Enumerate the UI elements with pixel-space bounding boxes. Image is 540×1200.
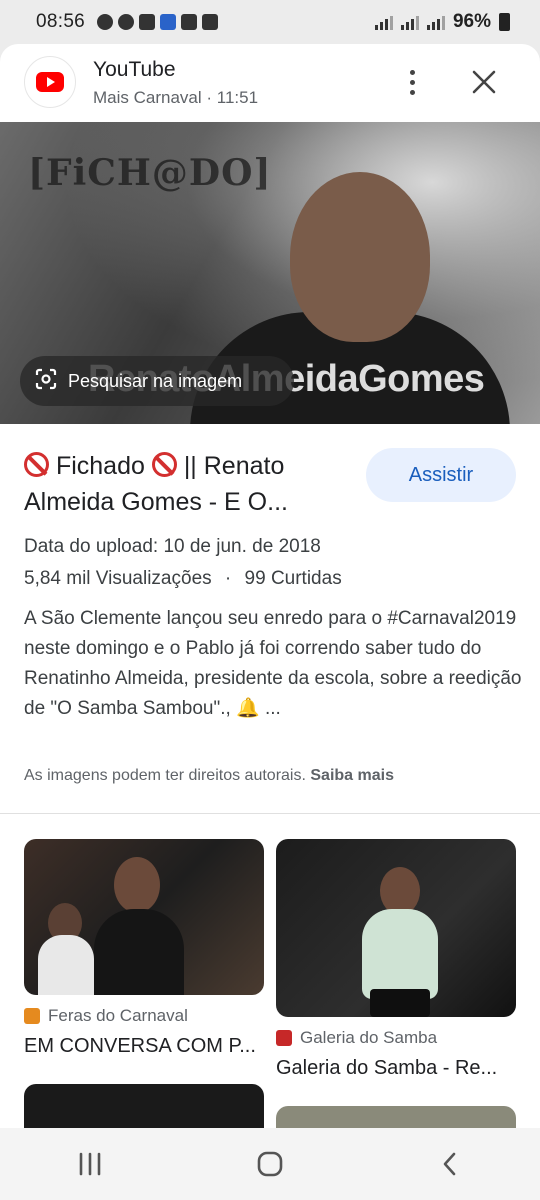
status-right: 96% bbox=[374, 11, 510, 33]
navigation-bar bbox=[0, 1128, 540, 1200]
youtube-logo-icon[interactable] bbox=[24, 56, 76, 108]
hero-brand-text: [FiCH@DO] bbox=[28, 152, 272, 194]
related-source[interactable]: Galeria do Samba bbox=[276, 1028, 437, 1048]
related-source[interactable]: Feras do Carnaval bbox=[24, 1006, 188, 1026]
status-bar: 08:56 96% bbox=[0, 0, 540, 44]
status-time: 08:56 bbox=[36, 11, 86, 32]
messenger-icon bbox=[97, 14, 114, 30]
battery-icon bbox=[499, 13, 510, 31]
no-entry-icon bbox=[24, 452, 49, 477]
related-thumbnail[interactable] bbox=[276, 839, 516, 1017]
recents-icon[interactable] bbox=[60, 1140, 120, 1188]
battery-percent: 96% bbox=[452, 11, 491, 32]
related-source-name: Feras do Carnaval bbox=[48, 1006, 188, 1025]
copyright-text: As imagens podem ter direitos autorais. bbox=[24, 767, 306, 784]
related-source-name: Galeria do Samba bbox=[300, 1028, 438, 1047]
close-icon[interactable] bbox=[466, 64, 502, 100]
home-icon[interactable] bbox=[240, 1140, 300, 1188]
no-entry-icon bbox=[151, 452, 177, 477]
site-subtitle: Mais Carnaval · 11:51 bbox=[93, 88, 259, 107]
site-name[interactable]: YouTube bbox=[93, 58, 176, 82]
site-favicon-icon bbox=[276, 1030, 292, 1046]
signal-icon bbox=[426, 14, 445, 30]
result-title[interactable]: Fichado || Renato Almeida Gomes - E O... bbox=[24, 448, 344, 520]
youtube-icon bbox=[181, 14, 198, 30]
view-count: 5,84 mil Visualizações bbox=[24, 568, 212, 589]
search-in-image-button[interactable]: Pesquisar na imagem bbox=[20, 356, 294, 406]
result-description: A São Clemente lançou seu enredo para o … bbox=[24, 608, 522, 719]
related-thumbnail[interactable] bbox=[24, 839, 264, 995]
like-count: 99 Curtidas bbox=[244, 568, 342, 589]
messenger-icon bbox=[118, 14, 135, 30]
watch-button[interactable]: Assistir bbox=[366, 448, 516, 502]
divider bbox=[0, 813, 540, 814]
result-title-part1: Fichado bbox=[55, 452, 145, 480]
site-favicon-icon bbox=[24, 1008, 40, 1024]
notification-icons bbox=[97, 14, 219, 30]
signal-icon bbox=[400, 14, 419, 30]
hero-image[interactable]: [FiCH@DO] RenatoAlmeidaGomes Pesquisar n… bbox=[0, 122, 540, 424]
related-title[interactable]: Galeria do Samba - Re... bbox=[276, 1057, 497, 1080]
related-title[interactable]: EM CONVERSA COM P... bbox=[24, 1035, 256, 1058]
learn-more-link[interactable]: Saiba mais bbox=[310, 767, 394, 784]
stats-line: 5,84 mil Visualizações · 99 Curtidas bbox=[24, 568, 342, 590]
lens-icon bbox=[34, 367, 58, 396]
more-vertical-icon[interactable] bbox=[396, 62, 428, 102]
camera-icon bbox=[202, 14, 219, 30]
upload-date: Data do upload: 10 de jun. de 2018 bbox=[24, 536, 321, 557]
stats-separator: · bbox=[224, 568, 232, 589]
shield-icon bbox=[160, 14, 177, 30]
search-in-image-label: Pesquisar na imagem bbox=[68, 370, 243, 391]
printer-icon bbox=[139, 14, 156, 30]
back-icon[interactable] bbox=[420, 1140, 480, 1188]
copyright-notice: As imagens podem ter direitos autorais. … bbox=[24, 767, 394, 785]
signal-icon bbox=[374, 14, 393, 30]
